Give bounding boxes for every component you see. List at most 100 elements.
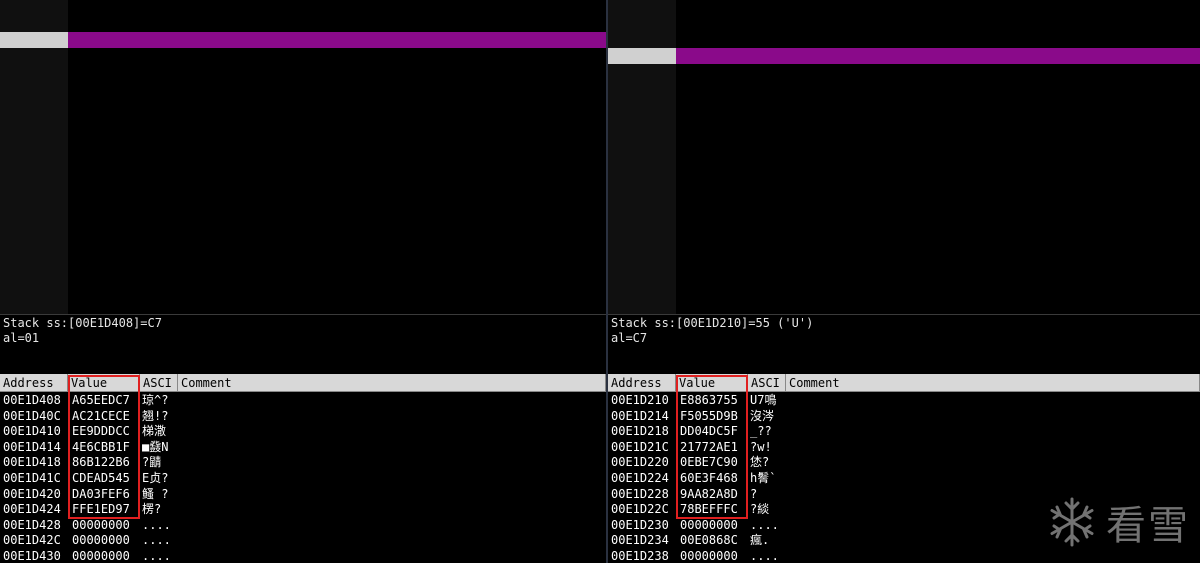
disasm-row[interactable] bbox=[0, 270, 606, 287]
info-line: al=C7 bbox=[611, 331, 648, 345]
disasm-address bbox=[0, 127, 68, 144]
disasm-address bbox=[608, 190, 676, 207]
dump-row[interactable]: 00E1D418 86B122B6 ?鼱 bbox=[0, 455, 606, 471]
dump-value: 9AA82A8D bbox=[680, 486, 738, 501]
dump-ascii: 翘!? bbox=[142, 408, 169, 423]
disasm-row[interactable] bbox=[608, 79, 1200, 96]
disasm-row[interactable] bbox=[608, 190, 1200, 207]
disasm-row[interactable] bbox=[608, 238, 1200, 255]
watermark-text: 看雪 bbox=[1106, 503, 1190, 549]
snowflake-icon bbox=[1050, 497, 1094, 547]
dump-row[interactable]: 00E1D428 00000000.... bbox=[0, 518, 606, 534]
dump-ascii: ?w! bbox=[750, 439, 772, 454]
dump-address: 00E1D418 bbox=[3, 455, 61, 470]
dump-value: EE9DDDCC bbox=[72, 424, 130, 439]
dump-row[interactable]: 00E1D42C 00000000.... bbox=[0, 533, 606, 549]
dump-row[interactable]: 00E1D220 0EBE7C90 恷? bbox=[608, 455, 1200, 471]
disasm-row[interactable] bbox=[0, 190, 606, 207]
disasm-row[interactable] bbox=[0, 15, 606, 32]
stack-dump-view[interactable]: Address Value ASCI Comment 00E1D408 A65EEDC7 琼… bbox=[0, 374, 606, 563]
dump-row[interactable]: 00E1D214 F5055D9B 沒涔 bbox=[608, 409, 1200, 425]
disasm-row[interactable] bbox=[608, 0, 1200, 16]
disasm-row[interactable] bbox=[0, 47, 606, 64]
header-value[interactable]: Value bbox=[676, 374, 748, 392]
dump-row[interactable]: 00E1D218 DD04DC5F _?? bbox=[608, 424, 1200, 440]
dump-row[interactable]: 00E1D420 DA03FEF6 鳋 ? bbox=[0, 487, 606, 503]
info-pane: Stack ss:[00E1D210]=55 ('U') al=C7 bbox=[608, 314, 1200, 374]
disasm-address bbox=[608, 222, 676, 239]
dump-ascii: .... bbox=[142, 517, 171, 532]
disasm-row[interactable] bbox=[608, 143, 1200, 160]
dump-row[interactable]: 00E1D238 00000000.... bbox=[608, 549, 1200, 563]
disasm-row[interactable] bbox=[0, 143, 606, 160]
disasm-address bbox=[0, 222, 68, 239]
dump-row[interactable]: 00E1D414 4E6CBB1F ■鼗N bbox=[0, 440, 606, 456]
disasm-row[interactable] bbox=[0, 31, 606, 48]
header-value[interactable]: Value bbox=[68, 374, 140, 392]
header-address[interactable]: Address bbox=[608, 374, 676, 392]
header-comment[interactable]: Comment bbox=[178, 374, 606, 392]
disassembly-view[interactable] bbox=[608, 0, 1200, 314]
disasm-address bbox=[608, 31, 676, 48]
disasm-row[interactable] bbox=[608, 206, 1200, 223]
disasm-row[interactable] bbox=[608, 95, 1200, 112]
disasm-row[interactable] bbox=[0, 95, 606, 112]
dump-row[interactable]: 00E1D430 00000000.... bbox=[0, 549, 606, 563]
disasm-row[interactable] bbox=[608, 31, 1200, 48]
dump-row[interactable]: 00E1D40C AC21CECE 翘!? bbox=[0, 409, 606, 425]
disasm-row[interactable] bbox=[608, 270, 1200, 287]
header-ascii[interactable]: ASCI bbox=[748, 374, 786, 392]
disasm-row[interactable] bbox=[0, 159, 606, 175]
disasm-row[interactable] bbox=[0, 206, 606, 223]
disasm-row[interactable] bbox=[0, 222, 606, 239]
dump-value: 4E6CBB1F bbox=[72, 439, 130, 454]
disasm-row[interactable] bbox=[608, 127, 1200, 144]
dump-address: 00E1D214 bbox=[611, 408, 669, 423]
disasm-row[interactable] bbox=[608, 159, 1200, 175]
disasm-row[interactable] bbox=[0, 238, 606, 255]
disasm-row[interactable] bbox=[608, 302, 1200, 314]
disasm-row[interactable] bbox=[608, 111, 1200, 128]
disasm-row[interactable] bbox=[608, 174, 1200, 191]
dump-row[interactable]: 00E1D41C CDEAD545 E贞? bbox=[0, 471, 606, 487]
disasm-address bbox=[608, 286, 676, 303]
disasm-row[interactable] bbox=[0, 286, 606, 303]
disasm-row[interactable] bbox=[608, 47, 1200, 64]
disasm-address bbox=[0, 63, 68, 80]
dump-row[interactable]: 00E1D210 E8863755 U7鳴 bbox=[608, 393, 1200, 409]
header-address[interactable]: Address bbox=[0, 374, 68, 392]
dump-value: DD04DC5F bbox=[680, 424, 738, 439]
dump-row[interactable]: 00E1D424 FFE1ED97 楞? bbox=[0, 502, 606, 518]
dump-value: 00000000 bbox=[72, 533, 130, 548]
header-comment[interactable]: Comment bbox=[786, 374, 1200, 392]
dump-row[interactable]: 00E1D410 EE9DDDCC 梯潵 bbox=[0, 424, 606, 440]
disasm-address bbox=[0, 286, 68, 303]
dump-row[interactable]: 00E1D408 A65EEDC7 琼^? bbox=[0, 393, 606, 409]
disasm-row[interactable] bbox=[608, 286, 1200, 303]
disasm-row[interactable] bbox=[0, 174, 606, 191]
disassembly-view[interactable] bbox=[0, 0, 606, 314]
header-ascii[interactable]: ASCI bbox=[140, 374, 178, 392]
disasm-row[interactable] bbox=[0, 79, 606, 96]
disasm-row[interactable] bbox=[0, 111, 606, 128]
disasm-address bbox=[608, 238, 676, 255]
info-line: al=01 bbox=[3, 331, 40, 345]
disasm-row[interactable] bbox=[0, 63, 606, 80]
dump-row[interactable]: 00E1D224 60E3F468 h鬌` bbox=[608, 471, 1200, 487]
dump-address: 00E1D414 bbox=[3, 439, 61, 454]
dump-row[interactable]: 00E1D21C 21772AE1 ?w! bbox=[608, 440, 1200, 456]
disasm-address bbox=[608, 0, 676, 16]
dump-value: E8863755 bbox=[680, 393, 738, 407]
disasm-row[interactable] bbox=[608, 15, 1200, 32]
disasm-row[interactable] bbox=[0, 0, 606, 16]
disasm-row[interactable] bbox=[608, 63, 1200, 80]
disasm-row[interactable] bbox=[608, 254, 1200, 271]
disasm-row[interactable] bbox=[0, 254, 606, 271]
disasm-row[interactable] bbox=[0, 127, 606, 144]
disasm-row[interactable] bbox=[0, 302, 606, 314]
disasm-row[interactable] bbox=[608, 222, 1200, 239]
dump-address: 00E1D234 bbox=[611, 533, 669, 548]
dump-address: 00E1D230 bbox=[611, 517, 669, 532]
dump-address: 00E1D21C bbox=[611, 439, 669, 454]
dump-value: A65EEDC7 bbox=[72, 393, 130, 407]
